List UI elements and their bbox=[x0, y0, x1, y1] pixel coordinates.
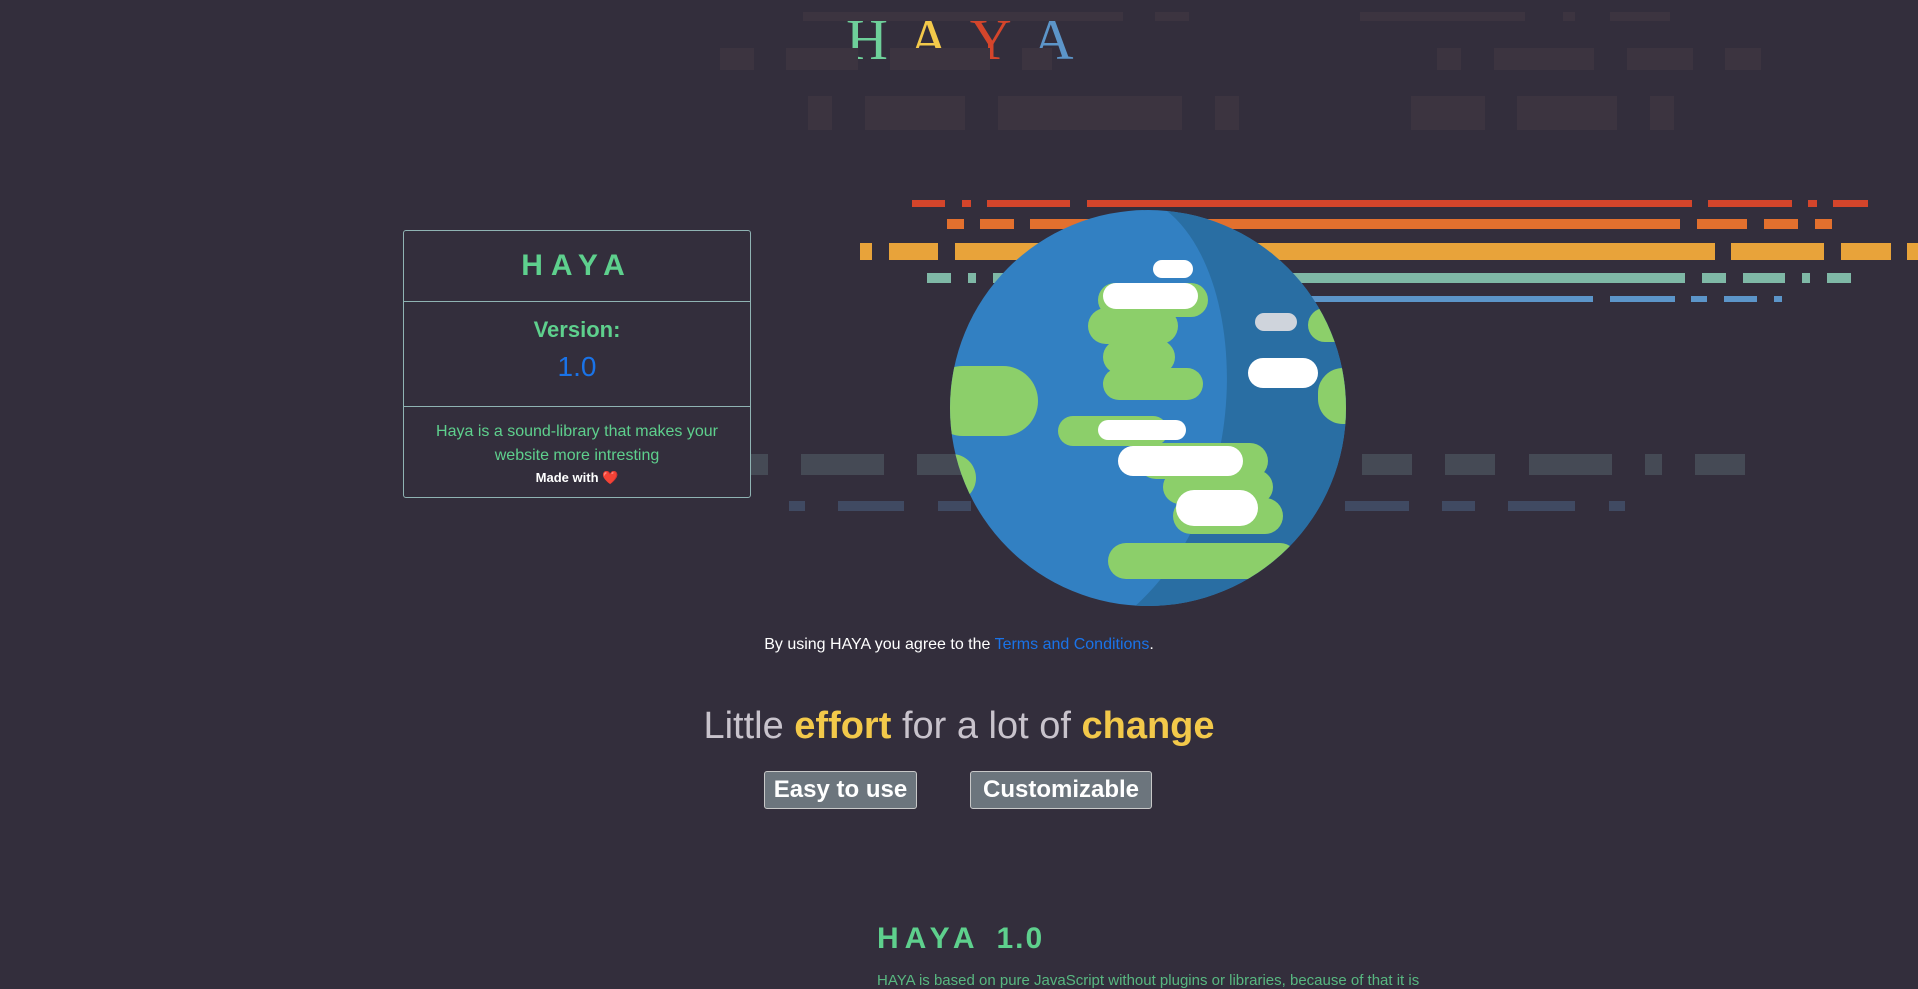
made-with-text: Made with ❤️ bbox=[535, 470, 619, 485]
tagline-highlight-effort: effort bbox=[794, 705, 892, 747]
version-section: Version: 1.0 bbox=[404, 302, 750, 407]
terms-notice: By using HAYA you agree to the Terms and… bbox=[0, 636, 1918, 654]
tagline-middle: for a lot of bbox=[891, 705, 1082, 747]
tagline-word-little: Little bbox=[703, 705, 795, 747]
card-title: HAYA bbox=[404, 231, 750, 302]
footer-description: HAYA is based on pure JavaScript without… bbox=[877, 972, 1420, 989]
version-label: Version: bbox=[533, 317, 621, 342]
footer-version: 1.0 bbox=[996, 922, 1045, 955]
terms-suffix: . bbox=[1149, 636, 1154, 653]
planet-illustration bbox=[950, 210, 1346, 606]
version-value: 1.0 bbox=[557, 351, 597, 382]
card-description: Haya is a sound-library that makes your … bbox=[436, 423, 718, 464]
terms-prefix: By using HAYA you agree to the bbox=[764, 636, 995, 653]
footer-title: HAYA bbox=[877, 922, 981, 955]
easy-to-use-button[interactable]: Easy to use bbox=[764, 771, 917, 809]
terms-link[interactable]: Terms and Conditions bbox=[995, 636, 1150, 653]
tagline-highlight-change: change bbox=[1081, 705, 1215, 747]
info-card: HAYA Version: 1.0 Haya is a sound-librar… bbox=[403, 230, 751, 498]
customizable-button[interactable]: Customizable bbox=[970, 771, 1152, 809]
footer-heading: HAYA 1.0 bbox=[877, 922, 1044, 956]
tagline: Little effort for a lot of change bbox=[0, 705, 1918, 748]
